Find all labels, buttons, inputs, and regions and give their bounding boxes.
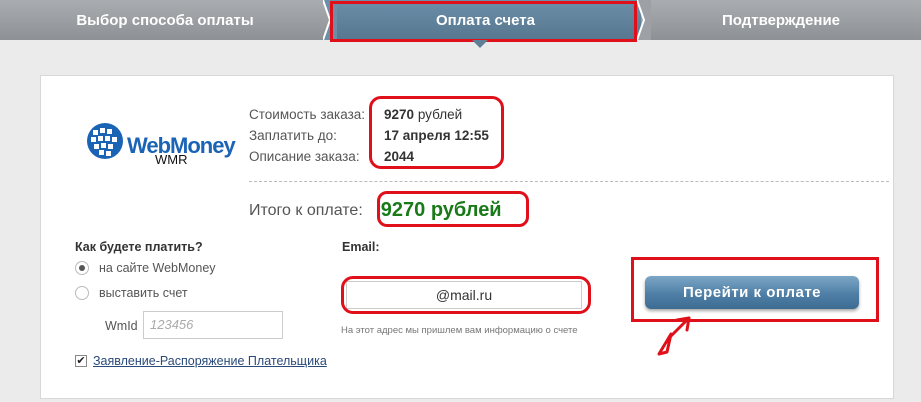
order-cost-label: Стоимость заказа: [249,107,366,122]
step-invoice-payment: Оплата счета [330,0,641,40]
arrow-pointer-icon [657,316,691,356]
payment-method-title: Как будете платить? [75,240,203,254]
agreement-link[interactable]: Заявление-Распоряжение Плательщика [93,354,327,368]
checkout-steps: Выбор способа оплаты Оплата счета Подтве… [0,0,921,48]
radio-unselected-icon[interactable] [75,286,89,300]
radio-webmoney-site-label: на сайте WebMoney [99,261,216,275]
wmid-input[interactable]: 123456 [143,311,283,339]
email-title: Email: [342,240,380,254]
total-label: Итого к оплате: [249,201,363,219]
step-payment-method-label: Выбор способа оплаты [76,11,254,29]
radio-selected-icon[interactable] [75,261,89,275]
step-payment-method[interactable]: Выбор способа оплаты [0,0,330,40]
order-due-label: Заплатить до: [249,128,337,143]
wmid-label: WmId [105,319,138,333]
webmoney-globe-icon [87,123,123,159]
radio-issue-invoice-label: выставить счет [99,286,188,300]
webmoney-logo: WebMoney WMR [83,118,236,172]
active-step-pointer-icon [472,40,488,48]
step-confirmation: Подтверждение [641,0,921,40]
agreement-row[interactable]: ✔ Заявление-Распоряжение Плательщика [75,354,327,368]
step-separator-icon [637,0,651,40]
divider [249,181,889,182]
email-hint: На этот адрес мы пришлем вам информацию … [341,325,578,336]
payment-card: WebMoney WMR Стоимость заказа: 9270 рубл… [40,75,894,399]
total-highlight [377,191,529,227]
agreement-checkbox[interactable]: ✔ [75,355,87,367]
step-confirmation-label: Подтверждение [721,11,841,29]
step-invoice-payment-label: Оплата счета [436,11,535,29]
radio-webmoney-site[interactable]: на сайте WebMoney [75,261,216,275]
order-values-highlight [369,96,504,169]
radio-issue-invoice[interactable]: выставить счет [75,286,188,300]
pay-button[interactable]: Перейти к оплате [645,276,859,309]
purse-type: WMR [155,152,188,167]
email-highlight [341,276,591,314]
step-separator-icon [323,0,337,40]
order-desc-label: Описание заказа: [249,149,360,164]
